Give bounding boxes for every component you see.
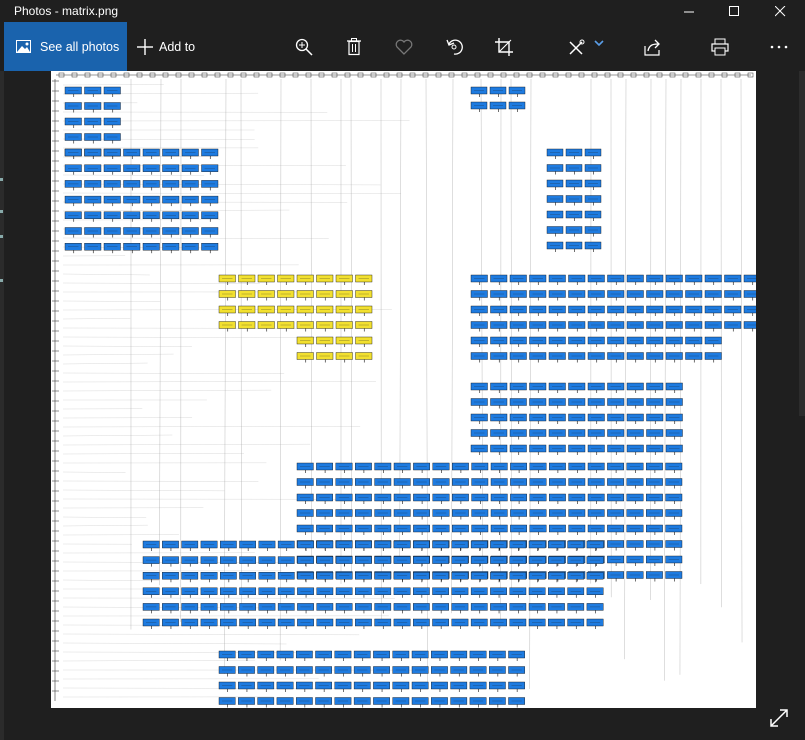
add-to-button[interactable]: Add to bbox=[137, 22, 195, 71]
edit-icon bbox=[569, 39, 585, 55]
see-all-photos-button[interactable]: See all photos bbox=[4, 22, 127, 71]
minimize-icon bbox=[683, 11, 694, 12]
matrix-image bbox=[52, 72, 756, 708]
favorite-icon bbox=[395, 39, 413, 55]
print-button[interactable] bbox=[706, 22, 734, 71]
close-icon bbox=[774, 5, 785, 16]
edit-create-button[interactable] bbox=[562, 22, 610, 71]
crop-button[interactable] bbox=[490, 22, 518, 71]
photo-viewer[interactable] bbox=[51, 71, 756, 708]
title-bar: Photos - matrix.png bbox=[0, 0, 805, 22]
favorite-button[interactable] bbox=[390, 22, 418, 71]
maximize-icon bbox=[728, 5, 739, 16]
chevron-down-icon bbox=[594, 39, 604, 46]
rotate-button[interactable] bbox=[440, 22, 468, 71]
photos-icon bbox=[16, 39, 31, 53]
zoom-button[interactable] bbox=[290, 22, 318, 71]
plus-icon bbox=[137, 38, 153, 55]
toolbar: See all photos Add to bbox=[0, 22, 805, 71]
window-title: Photos - matrix.png bbox=[14, 4, 119, 18]
minimize-button[interactable] bbox=[666, 0, 712, 22]
expand-icon bbox=[770, 709, 788, 727]
more-button[interactable] bbox=[765, 22, 793, 71]
zoom-in-icon bbox=[295, 38, 313, 56]
background-window-edge bbox=[799, 71, 805, 416]
maximize-button[interactable] bbox=[711, 0, 757, 22]
full-screen-button[interactable] bbox=[765, 704, 793, 732]
delete-button[interactable] bbox=[340, 22, 368, 71]
crop-icon bbox=[495, 37, 513, 56]
share-icon bbox=[644, 39, 660, 56]
more-icon bbox=[770, 45, 788, 48]
print-icon bbox=[711, 38, 729, 55]
see-all-photos-label: See all photos bbox=[40, 39, 120, 54]
close-button[interactable] bbox=[757, 0, 803, 22]
add-to-label: Add to bbox=[159, 39, 196, 54]
share-button[interactable] bbox=[638, 22, 666, 71]
background-app-strip bbox=[0, 71, 4, 740]
rotate-icon bbox=[446, 38, 463, 55]
delete-icon bbox=[347, 37, 361, 55]
